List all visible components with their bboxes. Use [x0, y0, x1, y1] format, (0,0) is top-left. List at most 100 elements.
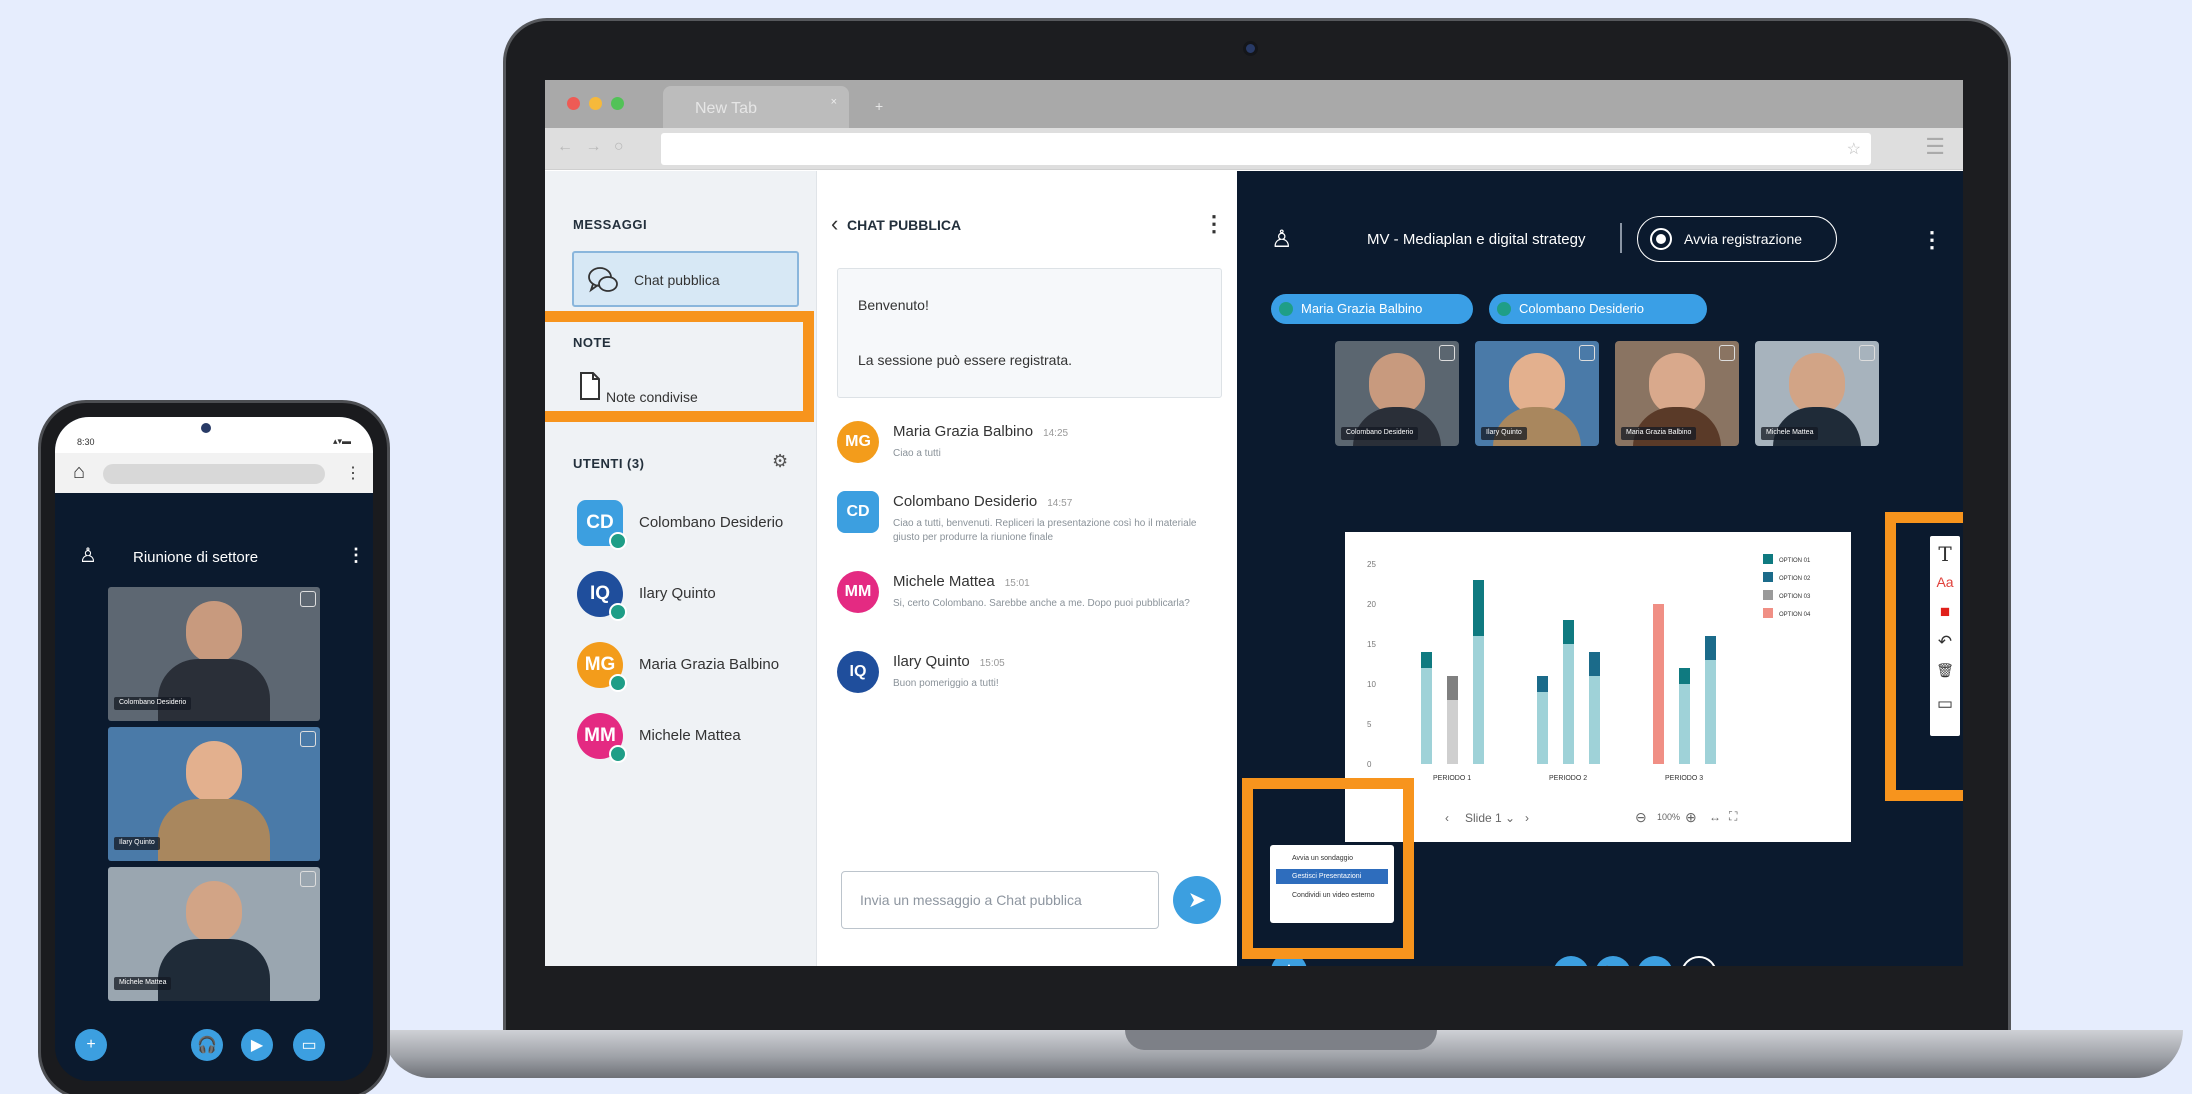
expand-icon[interactable] — [1719, 345, 1735, 361]
settings-gear-icon[interactable]: ⚙ — [772, 451, 788, 472]
fit-width-icon[interactable]: ↔ — [1709, 810, 1721, 824]
bar-segment-base — [1589, 676, 1600, 764]
messages-heading: MESSAGGI — [573, 217, 648, 232]
phone-add-button[interactable]: + — [75, 1029, 107, 1061]
expand-icon[interactable] — [300, 731, 316, 747]
meeting-options-icon[interactable]: ⋮ — [1921, 229, 1943, 251]
bar-segment-top — [1589, 652, 1600, 676]
participant-video[interactable]: Maria Grazia Balbino — [1615, 341, 1739, 446]
bar-chart: 25 20 15 10 5 0 PERIODO 1 PERIODO 2 PERIODO 3 OPT… — [1367, 554, 1811, 782]
participant-video[interactable]: Ilary Quinto — [1475, 341, 1599, 446]
send-icon[interactable]: ➤ — [1173, 876, 1221, 924]
bar-segment-top — [1705, 636, 1716, 660]
phone-address-bar: ⌂ ⋮ — [55, 453, 373, 493]
phone-screen-button[interactable]: ▭ — [293, 1029, 325, 1061]
user-colombano[interactable]: CD Colombano Desiderio — [577, 500, 807, 554]
user-ilary[interactable]: IQ Ilary Quinto — [577, 571, 807, 625]
signal-battery-icon: ▴▾▬ — [332, 436, 351, 446]
y-tick-label: 0 — [1367, 760, 1372, 769]
users-heading: UTENTI (3) — [573, 456, 645, 471]
highlight-actions — [1242, 778, 1414, 959]
zoom-out-icon[interactable]: ⊖ — [1635, 809, 1647, 826]
url-input[interactable]: ☆ — [661, 133, 1871, 165]
phone-user-icon[interactable]: ♙ — [79, 543, 97, 568]
avatar-initials: CD — [586, 512, 614, 533]
phone-menu-icon[interactable]: ⋮ — [345, 463, 361, 483]
sidebar: MESSAGGI Chat pubblica NOTE Note condivi… — [545, 171, 817, 966]
user-icon[interactable]: ♙ — [1271, 225, 1293, 254]
new-tab-icon[interactable]: + — [875, 98, 883, 114]
speaker-pill[interactable]: Maria Grazia Balbino — [1271, 294, 1473, 324]
phone-video-button[interactable]: ▶ — [241, 1029, 273, 1061]
message-time: 15:05 — [979, 658, 1005, 669]
home-icon[interactable]: ⌂ — [73, 461, 85, 484]
record-icon — [1650, 228, 1672, 250]
phone-options-icon[interactable]: ⋮ — [347, 545, 365, 566]
phone-button[interactable]: 📞 — [1595, 956, 1631, 966]
zoom-in-icon[interactable]: ⊕ — [1685, 809, 1697, 826]
fullscreen-icon[interactable]: ⛶ — [1729, 809, 1737, 824]
status-badge — [609, 532, 627, 550]
message-text: Buon pomeriggio a tutti! — [893, 678, 999, 689]
expand-icon[interactable] — [1579, 345, 1595, 361]
previous-slide-icon[interactable]: ‹ — [1445, 811, 1449, 825]
bookmark-star-icon[interactable]: ☆ — [1847, 139, 1861, 159]
bar-segment-top — [1563, 620, 1574, 644]
phone-participant-video[interactable]: Colombano Desiderio — [108, 587, 320, 721]
browser-tab[interactable]: New Tab × — [663, 86, 849, 128]
expand-icon[interactable] — [300, 871, 316, 887]
chat-message: IQ Ilary Quinto 15:05 Buon pomeriggio a t… — [837, 651, 1217, 731]
sender-name: Ilary Quinto — [893, 653, 970, 670]
record-label: Avvia registrazione — [1684, 231, 1803, 247]
mic-icon — [1279, 302, 1293, 316]
public-chat-button[interactable]: Chat pubblica — [572, 251, 799, 307]
phone-audio-button[interactable]: 🎧 — [191, 1029, 223, 1061]
mic-icon — [1497, 302, 1511, 316]
browser-tab-bar: New Tab × + — [545, 80, 1963, 128]
record-button[interactable]: Avvia registrazione — [1637, 216, 1837, 262]
video-button[interactable]: ▶ — [1637, 956, 1673, 966]
title-divider — [1620, 223, 1622, 253]
expand-icon[interactable] — [1859, 345, 1875, 361]
bar-segment-top — [1447, 676, 1458, 700]
user-maria[interactable]: MG Maria Grazia Balbino — [577, 642, 807, 696]
speaker-pill[interactable]: Colombano Desiderio — [1489, 294, 1707, 324]
participant-body — [158, 799, 270, 861]
slide-navigation: ‹ Slide 1 ⌄ › ⊖ 100% ⊕ ↔ ⛶ — [1445, 802, 1765, 838]
participant-video[interactable]: Michele Mattea — [1755, 341, 1879, 446]
maximize-window-button[interactable] — [611, 97, 624, 110]
message-sender: Michele Mattea 15:01 — [893, 573, 1030, 590]
bar-segment-base — [1421, 668, 1432, 764]
presentation-slide[interactable]: 25 20 15 10 5 0 PERIODO 1 PERIODO 2 PERIODO 3 OPT… — [1345, 532, 1851, 842]
phone-participant-video[interactable]: Ilary Quinto — [108, 727, 320, 861]
next-slide-icon[interactable]: › — [1525, 811, 1529, 825]
phone-url-input[interactable] — [103, 464, 325, 484]
browser-menu-icon[interactable]: ☰ — [1925, 134, 1945, 160]
participant-video[interactable]: Colombano Desiderio — [1335, 341, 1459, 446]
back-chevron-icon[interactable]: ‹ — [831, 211, 838, 237]
sender-name: Colombano Desiderio — [893, 493, 1038, 510]
mic-button[interactable]: 🎙 — [1553, 956, 1589, 966]
chat-message-input[interactable]: Invia un messaggio a Chat pubblica — [841, 871, 1159, 929]
phone-meeting-title: Riunione di settore — [133, 549, 259, 566]
message-sender: Colombano Desiderio 14:57 — [893, 493, 1072, 510]
legend-label: OPTION 01 — [1779, 558, 1811, 564]
message-sender: Maria Grazia Balbino 14:25 — [893, 423, 1068, 440]
category-label: PERIODO 1 — [1433, 775, 1471, 782]
sender-name: Michele Mattea — [893, 573, 995, 590]
participant-body — [158, 939, 270, 1001]
phone-participant-video[interactable]: Michele Mattea — [108, 867, 320, 1001]
navigation-icons[interactable]: ← → ○ — [557, 138, 628, 156]
close-tab-icon[interactable]: × — [831, 96, 837, 108]
chat-options-icon[interactable]: ⋮ — [1203, 213, 1225, 235]
expand-icon[interactable] — [1439, 345, 1455, 361]
expand-icon[interactable] — [300, 591, 316, 607]
participant-name-label: Colombano Desiderio — [1341, 427, 1419, 440]
minimize-window-button[interactable] — [589, 97, 602, 110]
user-michele[interactable]: MM Michele Mattea — [577, 713, 807, 767]
screen-share-button[interactable]: ⊘ — [1681, 956, 1717, 966]
avatar-initials: MG — [584, 654, 616, 675]
close-window-button[interactable] — [567, 97, 580, 110]
slide-selector[interactable]: Slide 1 ⌄ — [1465, 811, 1515, 825]
bar-segment-top — [1653, 604, 1664, 644]
